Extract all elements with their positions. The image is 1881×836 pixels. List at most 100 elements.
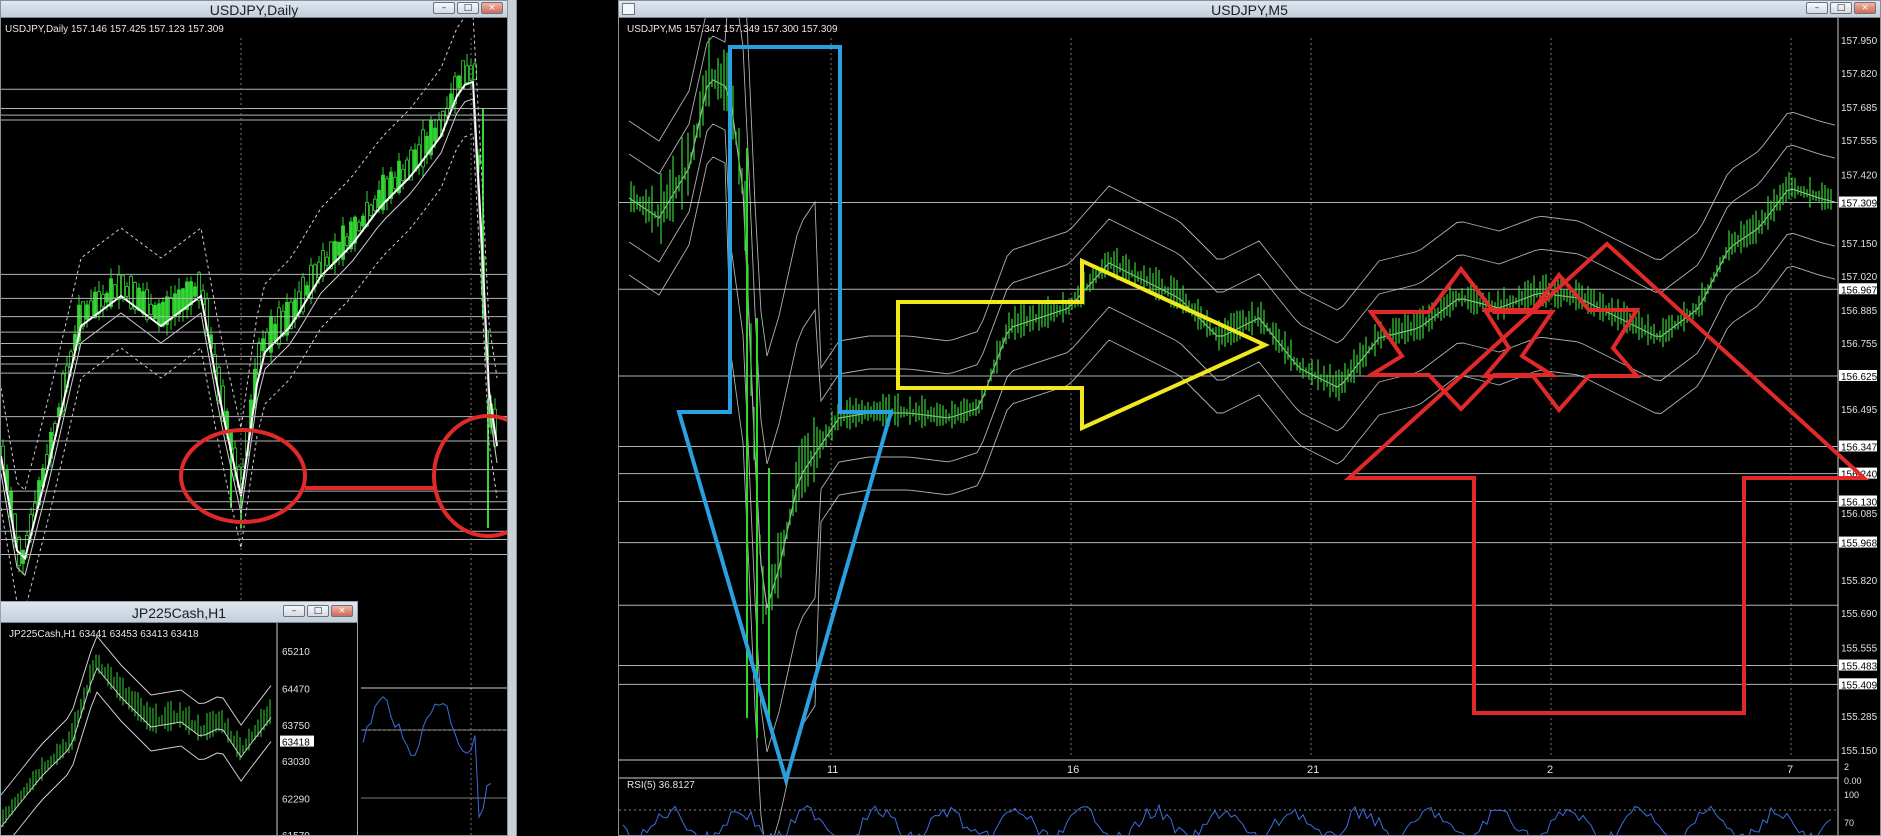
jp225-band-line (1, 667, 272, 828)
daily-candle-body (393, 176, 397, 189)
yellow-right-arrow-annotation (896, 257, 1270, 432)
daily-candle-body (265, 331, 269, 349)
daily-candle-body (305, 285, 309, 296)
daily-candle-body (333, 241, 337, 263)
daily-candle-body (317, 261, 321, 278)
jp225-price-label: 62290 (282, 795, 310, 806)
jp225-chart-svg: 65210 64470 63750 63418 63030 62290 61570 (1, 623, 314, 836)
m5-price-label: 157.420 (1841, 170, 1878, 181)
jp225-chart-window[interactable]: JP225Cash,H1 – □ × 65210 64470 63750 63418 6… (0, 601, 358, 836)
daily-candle-body (193, 286, 197, 297)
m5-plot-area[interactable]: 157.950 157.820 157.685 157.555 157.420 157.3… (619, 18, 1880, 835)
daily-candle-body (169, 297, 173, 320)
daily-candle-body (361, 215, 365, 227)
m5-rsi-level-label: 100 (1844, 790, 1859, 800)
m5-price-label: 156.347 (1841, 442, 1878, 453)
daily-candle-body (137, 287, 141, 311)
m5-title-bar[interactable]: USDJPY,M5 – □ × (619, 1, 1880, 18)
m5-price-label: 155.690 (1841, 609, 1878, 620)
m5-minimize-button[interactable]: – (1806, 2, 1828, 14)
m5-price-label: 155.150 (1841, 746, 1878, 757)
m5-price-axis: 157.950 157.820 157.685 157.555 157.420 157.3… (1839, 36, 1878, 757)
daily-candle-body (189, 281, 193, 306)
daily-candle-body (157, 303, 161, 326)
m5-price-label: 157.309 (1841, 199, 1878, 210)
m5-price-label: 156.625 (1841, 372, 1878, 383)
daily-candle-body (105, 292, 109, 303)
m5-symbol-info: USDJPY,M5 157.347 157.349 157.300 157.30… (627, 24, 838, 35)
m5-price-label: 157.150 (1841, 239, 1878, 250)
jp225-price-label: 61570 (282, 831, 310, 836)
daily-candle-body (101, 294, 105, 307)
m5-price-label: 157.685 (1841, 103, 1878, 114)
daily-rsi-panel: 1007030 (361, 687, 507, 820)
m5-close-button[interactable]: × (1854, 2, 1876, 14)
m5-window-title: USDJPY,M5 (1211, 2, 1288, 18)
daily-candle-body (345, 236, 349, 246)
m5-band-line (628, 123, 1836, 753)
daily-candle-body (173, 293, 177, 318)
m5-restore-button[interactable]: □ (1830, 2, 1852, 14)
m5-price-label: 157.020 (1841, 272, 1878, 283)
daily-rsi-line (362, 696, 492, 820)
daily-candle-body (113, 284, 117, 299)
daily-candle-body (85, 304, 89, 320)
m5-time-label: 7 (1787, 764, 1793, 776)
daily-candle-body (121, 275, 125, 300)
daily-candle-body (433, 127, 437, 142)
jp225-close-button[interactable]: × (331, 605, 353, 617)
daily-candle-body (89, 300, 93, 318)
jp225-title-bar[interactable]: JP225Cash,H1 – □ × (1, 602, 357, 623)
daily-candle-body (465, 65, 469, 84)
jp225-plot-area[interactable]: 65210 64470 63750 63418 63030 62290 61570 JP22… (1, 623, 357, 836)
m5-chart-window[interactable]: USDJPY,M5 – □ × 157.950 157.820 157.685 157… (618, 0, 1881, 836)
m5-price-label: 157.820 (1841, 69, 1878, 80)
m5-price-label: 156.885 (1841, 306, 1878, 317)
m5-time-axis: 11 16 21 2 7 2 0.00 (619, 759, 1862, 786)
jp225-price-label: 63750 (282, 721, 310, 732)
daily-candle-body (161, 301, 165, 327)
m5-time-label: 21 (1307, 764, 1319, 776)
daily-candle-body (437, 119, 441, 139)
m5-rsi-level-label: 70 (1844, 818, 1854, 828)
m5-rsi-panel: 100 70 (619, 777, 1859, 835)
jp225-price-label: 63030 (282, 757, 310, 768)
mdi-vertical-divider[interactable] (507, 0, 517, 836)
daily-restore-button[interactable]: □ (457, 2, 479, 14)
daily-candle-body (149, 303, 153, 316)
blue-down-arrow-annotation (676, 45, 894, 788)
m5-time-grid (830, 38, 1792, 758)
daily-candle-body (97, 291, 101, 314)
daily-close-button[interactable]: × (481, 2, 503, 14)
m5-price-label: 156.967 (1841, 285, 1878, 296)
m5-price-label: 157.555 (1841, 136, 1878, 147)
jp225-restore-button[interactable]: □ (307, 605, 329, 617)
jp225-price-label: 65210 (282, 647, 310, 658)
daily-minimize-button[interactable]: – (433, 2, 455, 14)
m5-price-label: 157.950 (1841, 36, 1878, 47)
m5-axis-extra-label: 2 (1844, 762, 1849, 772)
m5-chart-svg: 157.950 157.820 157.685 157.555 157.420 157.3… (619, 18, 1878, 835)
m5-price-label: 156.130 (1841, 498, 1878, 509)
m5-price-label: 156.085 (1841, 509, 1878, 520)
m5-band-line (628, 18, 1836, 370)
daily-candle-body (425, 136, 429, 154)
jp225-minimize-button[interactable]: – (283, 605, 305, 617)
daily-candle-body (457, 75, 461, 89)
jp225-price-label: 63418 (282, 738, 310, 749)
m5-price-label: 156.495 (1841, 405, 1878, 416)
daily-candle-body (181, 288, 185, 311)
daily-candle-body (337, 241, 341, 256)
m5-candles (630, 37, 1832, 738)
m5-rsi-label: RSI(5) 36.8127 (627, 780, 695, 791)
m5-price-label: 155.285 (1841, 712, 1878, 723)
daily-candle-body (401, 168, 405, 181)
daily-candle-body (461, 60, 465, 89)
daily-candle-body (261, 338, 265, 352)
jp225-symbol-info: JP225Cash,H1 63441 63453 63413 63418 (9, 629, 199, 640)
m5-price-label: 156.755 (1841, 339, 1878, 350)
m5-time-label: 11 (827, 764, 838, 776)
m5-time-label: 2 (1547, 764, 1553, 776)
daily-title-bar[interactable]: USDJPY,Daily – □ × (1, 1, 507, 18)
daily-candle-body (385, 178, 389, 202)
